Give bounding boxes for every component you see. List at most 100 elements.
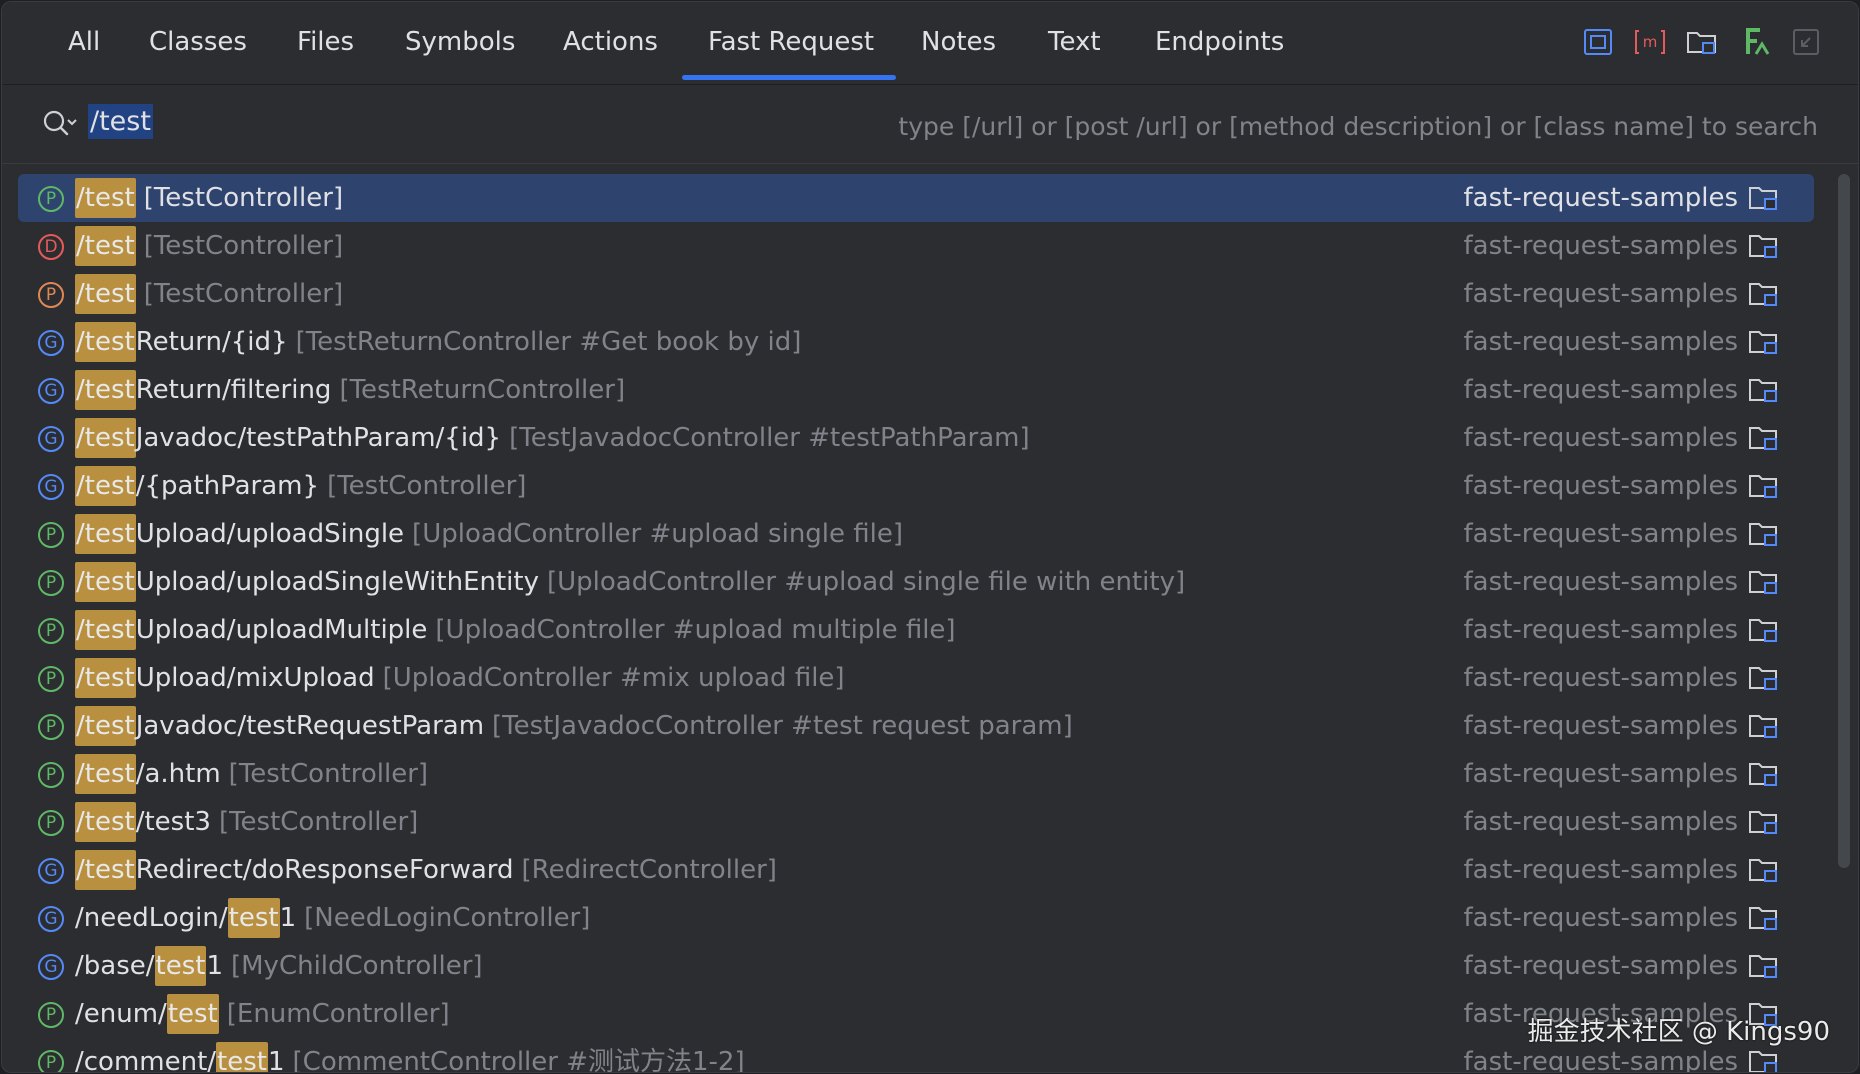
result-row[interactable]: G/testReturn/{id} [TestReturnController #… — [2, 318, 1832, 366]
tab-classes[interactable]: Classes — [149, 2, 247, 84]
tab-bar: All Classes Files Symbols Actions Fast R… — [2, 2, 1858, 85]
tab-text[interactable]: Text — [1048, 2, 1101, 84]
search-input[interactable]: /test — [88, 102, 828, 142]
http-method-icon: P — [38, 570, 64, 596]
endpoint-label: /testReturn/filtering [TestReturnControll… — [75, 366, 625, 414]
module-folder-icon — [1748, 519, 1780, 549]
url-match-highlight: /test — [75, 706, 136, 746]
result-row-content: D/test [TestController] fast-request-sampl… — [38, 222, 1832, 270]
collapse-icon[interactable] — [1790, 26, 1822, 58]
module-name: fast-request-samples — [1463, 615, 1739, 645]
module-folder-icon — [1748, 279, 1780, 309]
result-row[interactable]: G/testReturn/filtering [TestReturnControl… — [2, 366, 1832, 414]
endpoint-label: /test/{pathParam} [TestController] — [75, 462, 526, 510]
module-name: fast-request-samples — [1463, 663, 1739, 693]
method-icon[interactable]: m — [1634, 26, 1666, 58]
controller-context: [TestController] — [218, 807, 419, 837]
http-method-icon: P — [38, 186, 64, 212]
result-row-content: G/testReturn/filtering [TestReturnControl… — [38, 366, 1832, 414]
tab-notes[interactable]: Notes — [921, 2, 996, 84]
http-method-icon: D — [38, 234, 64, 260]
result-row[interactable]: G/base/test1 [MyChildController] fast-requ… — [2, 942, 1832, 990]
module-folder-icon — [1748, 855, 1780, 885]
controller-context: [RedirectController] — [521, 855, 777, 885]
http-method-icon: G — [38, 378, 64, 404]
result-row-content: P/testUpload/uploadSingle [UploadControll… — [38, 510, 1832, 558]
http-method-icon: P — [38, 714, 64, 740]
url-match-highlight: /test — [75, 418, 136, 458]
url-suffix: Upload/uploadSingleWithEntity — [135, 567, 539, 597]
module-folder-icon — [1748, 231, 1780, 261]
result-row[interactable]: G/testJavadoc/testPathParam/{id} [TestJav… — [2, 414, 1832, 462]
http-method-icon: P — [38, 522, 64, 548]
controller-context: [CommentController #测试方法1-2] — [292, 1047, 745, 1073]
url-match-highlight: /test — [75, 802, 136, 842]
tab-files[interactable]: Files — [297, 2, 354, 84]
http-method-icon: G — [38, 906, 64, 932]
controller-context: [EnumController] — [226, 999, 450, 1029]
http-method-icon: P — [38, 810, 64, 836]
result-row[interactable]: G/needLogin/test1 [NeedLoginController] fa… — [2, 894, 1832, 942]
result-row[interactable]: P/test/test3 [TestController] fast-request… — [2, 798, 1832, 846]
url-match-highlight: /test — [75, 322, 136, 362]
tab-endpoints[interactable]: Endpoints — [1155, 2, 1284, 84]
result-row[interactable]: P/testUpload/mixUpload [UploadController … — [2, 654, 1832, 702]
endpoint-label: /testRedirect/doResponseForward [Redirect… — [75, 846, 777, 894]
controller-context: [TestController] — [143, 279, 344, 309]
module-folder-icon[interactable] — [1686, 26, 1718, 58]
result-row[interactable]: P/test/a.htm [TestController] fast-request… — [2, 750, 1832, 798]
url-suffix: 1 — [267, 1047, 285, 1073]
endpoint-label: /testReturn/{id} [TestReturnController #G… — [75, 318, 801, 366]
result-row-content: G/test/{pathParam} [TestController] fast-r… — [38, 462, 1832, 510]
http-method-icon: G — [38, 330, 64, 356]
controller-context: [TestController] — [327, 471, 527, 501]
frame-icon[interactable] — [1582, 26, 1614, 58]
url-suffix: 1 — [279, 903, 297, 933]
url-suffix: /a.htm — [135, 759, 221, 789]
result-row[interactable]: G/test/{pathParam} [TestController] fast-r… — [2, 462, 1832, 510]
module-folder-icon — [1748, 807, 1780, 837]
result-row-content: G/testReturn/{id} [TestReturnController #… — [38, 318, 1832, 366]
fast-request-icon[interactable] — [1738, 26, 1770, 58]
module-name: fast-request-samples — [1463, 807, 1739, 837]
controller-context: [NeedLoginController] — [304, 903, 591, 933]
tab-all[interactable]: All — [68, 2, 100, 84]
search-icon[interactable] — [40, 107, 78, 141]
controller-context: [TestController] — [143, 231, 344, 261]
result-row-content: G/base/test1 [MyChildController] fast-requ… — [38, 942, 1832, 990]
controller-context: [UploadController #upload multiple file] — [435, 615, 956, 645]
result-row[interactable]: D/test [TestController] fast-request-sampl… — [2, 222, 1832, 270]
url-match-highlight: /test — [75, 850, 136, 890]
controller-context: [TestReturnController] — [339, 375, 626, 405]
result-row[interactable]: P/testUpload/uploadSingleWithEntity [Uplo… — [2, 558, 1832, 606]
result-row[interactable]: P/test [TestController] fast-request-sampl… — [2, 270, 1832, 318]
module-folder-icon — [1748, 423, 1780, 453]
scrollbar-thumb[interactable] — [1838, 174, 1850, 868]
endpoint-label: /base/test1 [MyChildController] — [75, 942, 483, 990]
controller-context: [UploadController #mix upload file] — [382, 663, 845, 693]
url-prefix: /needLogin/ — [75, 903, 228, 933]
tab-actions[interactable]: Actions — [563, 2, 658, 84]
result-row[interactable]: P/testUpload/uploadSingle [UploadControll… — [2, 510, 1832, 558]
controller-context: [TestController] — [143, 183, 344, 213]
endpoint-label: /testUpload/uploadSingle [UploadControlle… — [75, 510, 903, 558]
url-suffix: Javadoc/testPathParam/{id} — [135, 423, 502, 453]
module-folder-icon — [1748, 951, 1780, 981]
module-name: fast-request-samples — [1463, 471, 1739, 501]
tab-fast-request[interactable]: Fast Request — [708, 2, 874, 84]
url-match-highlight: test — [154, 946, 207, 986]
controller-context: [TestJavadocController #testPathParam] — [509, 423, 1030, 453]
result-row[interactable]: P/test [TestController] fast-request-sampl… — [18, 174, 1814, 222]
url-match-highlight: /test — [75, 370, 136, 410]
tab-symbols[interactable]: Symbols — [405, 2, 515, 84]
result-row[interactable]: P/testUpload/uploadMultiple [UploadContro… — [2, 606, 1832, 654]
module-name: fast-request-samples — [1463, 327, 1739, 357]
endpoint-label: /testUpload/mixUpload [UploadController #… — [75, 654, 845, 702]
result-row[interactable]: G/testRedirect/doResponseForward [Redirec… — [2, 846, 1832, 894]
url-prefix: /enum/ — [75, 999, 167, 1029]
endpoint-label: /test [TestController] — [75, 270, 343, 318]
http-method-icon: P — [38, 618, 64, 644]
controller-context: [TestJavadocController #test request par… — [492, 711, 1073, 741]
result-row[interactable]: P/testJavadoc/testRequestParam [TestJavad… — [2, 702, 1832, 750]
search-hint: type [/url] or [post /url] or [method de… — [898, 112, 1818, 141]
